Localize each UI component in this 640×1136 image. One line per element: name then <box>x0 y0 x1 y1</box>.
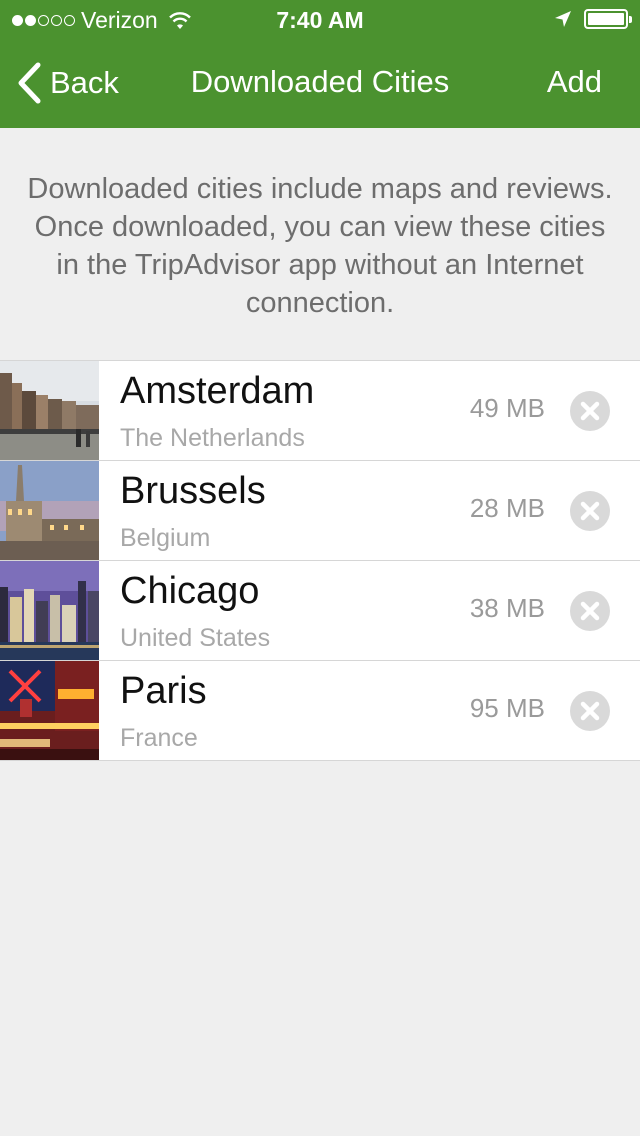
add-button[interactable]: Add <box>547 64 602 100</box>
city-thumbnail-chicago <box>0 561 99 660</box>
city-text: Brussels Belgium <box>120 467 266 555</box>
city-text: Chicago United States <box>120 567 270 655</box>
city-size: 95 MB <box>469 693 545 723</box>
back-label: Back <box>50 65 119 100</box>
close-icon <box>580 701 600 721</box>
remove-city-button[interactable] <box>570 391 610 431</box>
navigation-bar: Back Downloaded Cities Add <box>0 40 640 128</box>
remove-city-button[interactable] <box>570 491 610 531</box>
city-row-chicago[interactable]: Chicago United States 38 MB <box>0 561 640 661</box>
city-thumbnail-paris <box>0 661 99 760</box>
close-icon <box>580 401 600 421</box>
city-thumbnail-amsterdam <box>0 361 99 460</box>
city-name: Brussels <box>120 470 266 512</box>
city-country: France <box>120 724 198 752</box>
city-size: 49 MB <box>469 393 545 423</box>
city-size: 38 MB <box>469 593 545 623</box>
city-size: 28 MB <box>469 493 545 523</box>
city-row-brussels[interactable]: Brussels Belgium 28 MB <box>0 461 640 561</box>
remove-city-button[interactable] <box>570 691 610 731</box>
city-country: The Netherlands <box>120 424 305 452</box>
status-right <box>554 9 632 29</box>
city-row-paris[interactable]: Paris France 95 MB <box>0 661 640 761</box>
city-country: United States <box>120 624 271 652</box>
city-country: Belgium <box>120 524 211 552</box>
city-text: Amsterdam The Netherlands <box>120 367 314 455</box>
battery-icon <box>584 9 632 29</box>
chevron-left-icon <box>18 62 41 104</box>
city-row-amsterdam[interactable]: Amsterdam The Netherlands 49 MB <box>0 361 640 461</box>
city-list: Amsterdam The Netherlands 49 MB Brussels… <box>0 360 640 761</box>
close-icon <box>580 501 600 521</box>
close-icon <box>580 601 600 621</box>
location-arrow-icon <box>555 11 571 27</box>
city-thumbnail-brussels <box>0 461 99 560</box>
city-text: Paris France <box>120 667 207 755</box>
status-bar: Verizon 7:40 AM <box>0 0 640 40</box>
back-button[interactable]: Back <box>16 62 119 104</box>
top-bar: Verizon 7:40 AM Back Downloaded Cities A… <box>0 0 640 128</box>
info-description: Downloaded cities include maps and revie… <box>27 173 613 319</box>
city-name: Amsterdam <box>120 370 315 412</box>
city-name: Paris <box>120 670 207 712</box>
city-name: Chicago <box>120 570 260 612</box>
status-time: 7:40 AM <box>276 7 364 33</box>
remove-city-button[interactable] <box>570 591 610 631</box>
